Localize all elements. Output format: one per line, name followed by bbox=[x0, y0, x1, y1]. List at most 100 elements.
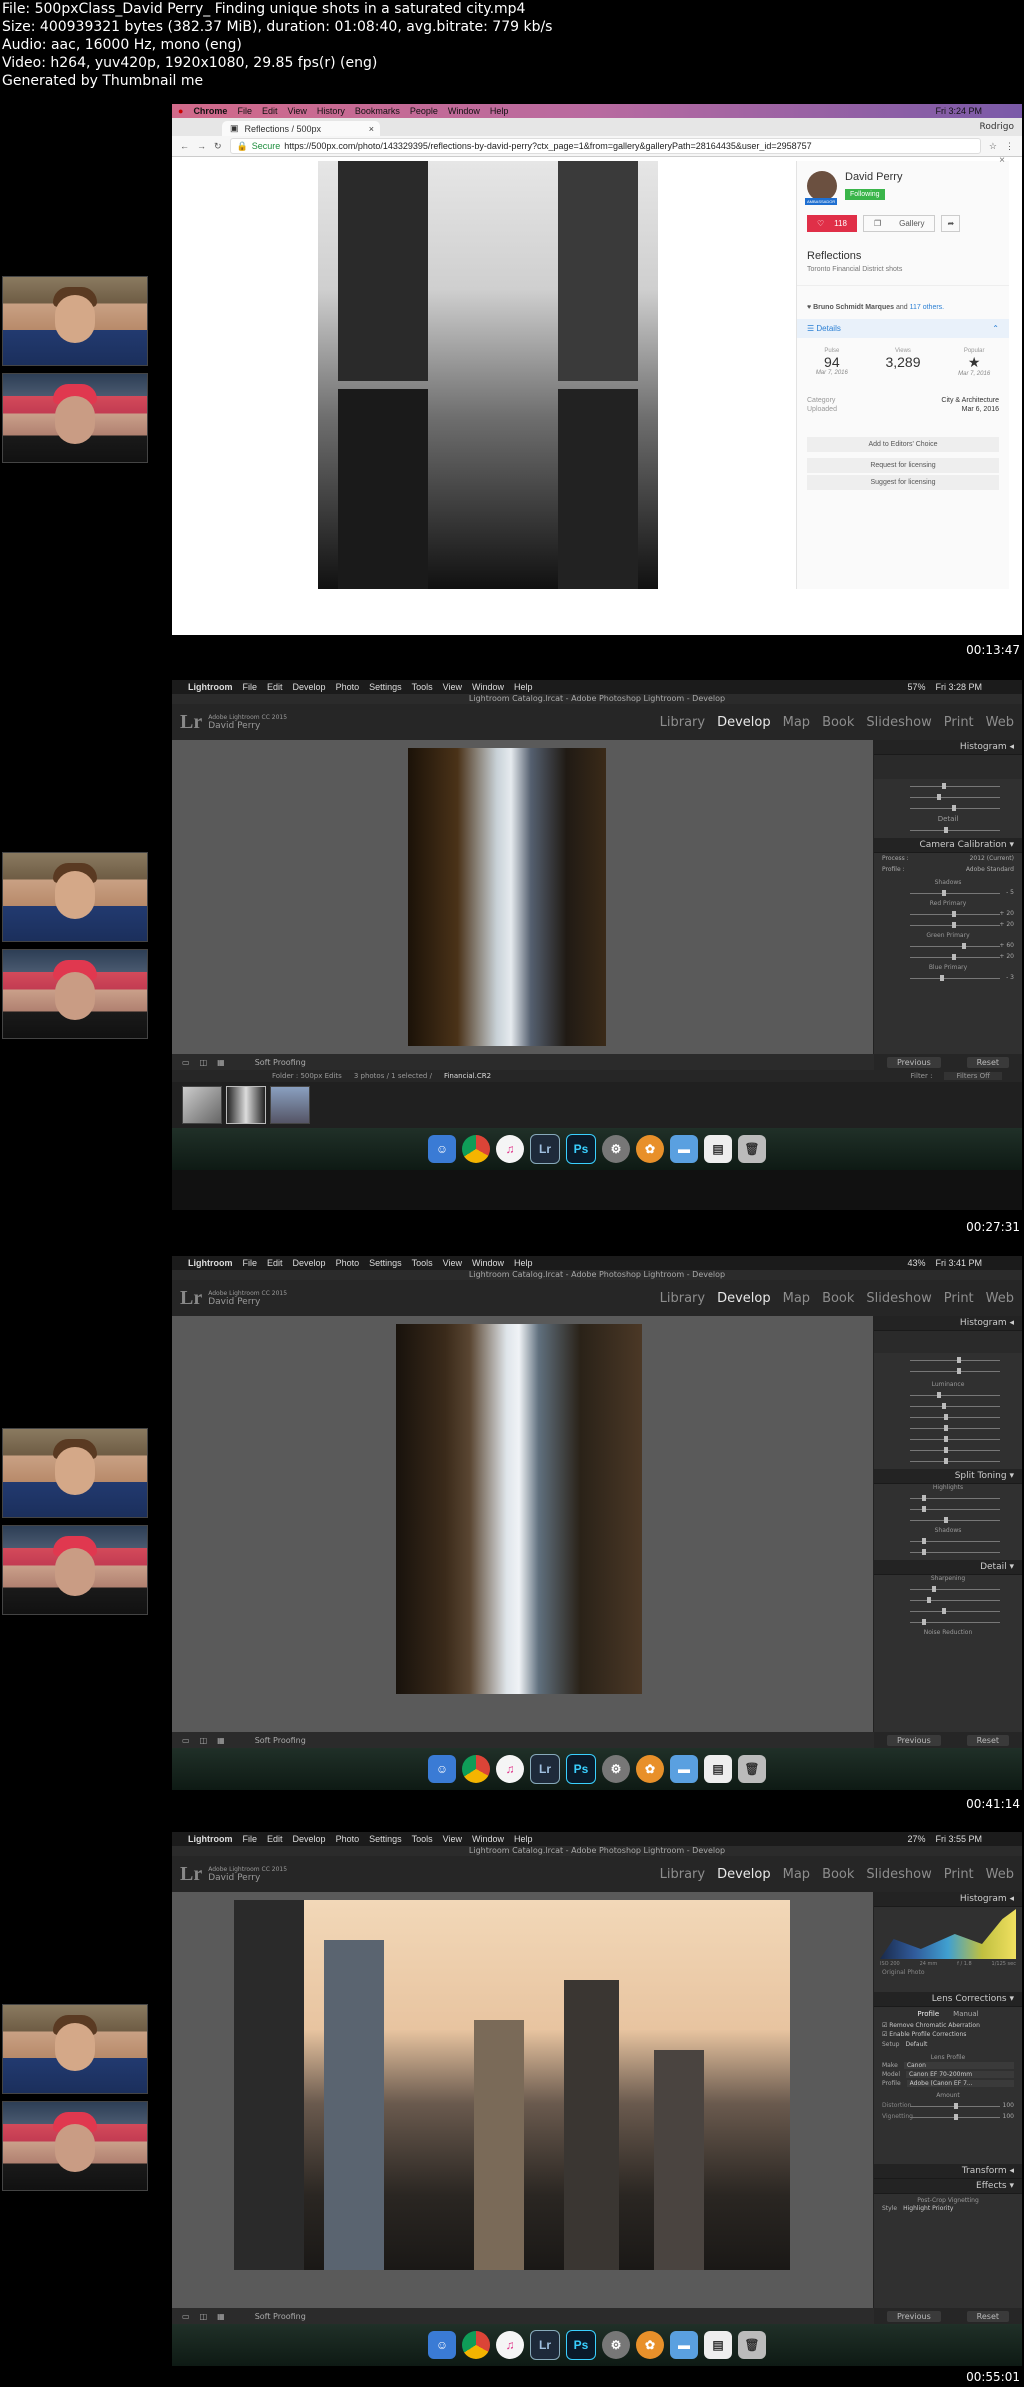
previous-button[interactable]: Previous bbox=[886, 1056, 941, 1068]
module-map[interactable]: Map bbox=[783, 1867, 810, 1882]
remove-ca-checkbox[interactable]: ☑ Remove Chromatic Aberration bbox=[874, 2021, 1022, 2030]
menu-item[interactable]: Lightroom bbox=[188, 682, 233, 692]
module-library[interactable]: Library bbox=[660, 1867, 705, 1882]
photo-canvas[interactable] bbox=[408, 748, 606, 1046]
system-preferences-icon[interactable]: ⚙ bbox=[602, 1135, 630, 1163]
system-preferences-icon[interactable]: ⚙ bbox=[602, 2331, 630, 2359]
panel-effects[interactable]: Effects bbox=[976, 2181, 1007, 2191]
panel-detail[interactable]: Detail bbox=[980, 1562, 1007, 1572]
menu-item[interactable]: Develop bbox=[293, 682, 326, 692]
compare-view-icon[interactable]: ◫ bbox=[200, 1736, 208, 1745]
close-icon[interactable]: × bbox=[999, 155, 1005, 166]
process-value[interactable]: 2012 (Current) bbox=[970, 855, 1014, 862]
itunes-icon[interactable]: ♫ bbox=[496, 1135, 524, 1163]
module-web[interactable]: Web bbox=[986, 1291, 1014, 1306]
photo-canvas[interactable] bbox=[234, 1900, 790, 2270]
menu-item[interactable]: Lightroom bbox=[188, 1258, 233, 1268]
reload-icon[interactable]: ↻ bbox=[214, 141, 222, 152]
menu-item[interactable]: Help bbox=[514, 1834, 533, 1844]
reset-button[interactable]: Reset bbox=[966, 2310, 1010, 2322]
panel-histogram[interactable]: Histogram bbox=[960, 1318, 1007, 1328]
author-name[interactable]: David Perry bbox=[845, 171, 902, 183]
menu-item[interactable]: Help bbox=[514, 1258, 533, 1268]
soft-proofing-checkbox[interactable]: Soft Proofing bbox=[255, 2312, 306, 2321]
module-print[interactable]: Print bbox=[944, 1867, 974, 1882]
reset-button[interactable]: Reset bbox=[966, 1056, 1010, 1068]
menu-item[interactable]: Help bbox=[490, 106, 509, 116]
menu-icon[interactable]: ⋮ bbox=[1005, 141, 1014, 152]
photoshop-icon[interactable]: Ps bbox=[566, 1134, 596, 1164]
soft-proofing-checkbox[interactable]: Soft Proofing bbox=[255, 1736, 306, 1745]
module-book[interactable]: Book bbox=[822, 715, 854, 730]
model-dropdown[interactable]: Canon EF 70-200mm bbox=[906, 2071, 1014, 2078]
module-map[interactable]: Map bbox=[783, 715, 810, 730]
menu-item[interactable]: Lightroom bbox=[188, 1834, 233, 1844]
following-button[interactable]: Following bbox=[845, 189, 885, 200]
menu-item[interactable]: Settings bbox=[369, 682, 402, 692]
menu-item[interactable]: Window bbox=[472, 1834, 504, 1844]
menu-item[interactable]: File bbox=[243, 1834, 258, 1844]
loupe-view-icon[interactable]: ▭ bbox=[182, 2312, 190, 2321]
menu-item[interactable]: Edit bbox=[267, 1834, 283, 1844]
previous-button[interactable]: Previous bbox=[886, 2310, 941, 2322]
app-icon[interactable]: ✿ bbox=[636, 1755, 664, 1783]
suggest-licensing-button[interactable]: Suggest for licensing bbox=[807, 475, 999, 490]
itunes-icon[interactable]: ♫ bbox=[496, 1755, 524, 1783]
browser-tab[interactable]: ▣ Reflections / 500px × bbox=[222, 121, 380, 136]
menu-item[interactable]: Develop bbox=[293, 1258, 326, 1268]
menu-item[interactable]: Tools bbox=[412, 1258, 433, 1268]
setup-dropdown[interactable]: Default bbox=[905, 2041, 927, 2048]
finder-icon[interactable]: ☺ bbox=[428, 1755, 456, 1783]
trash-icon[interactable]: 🗑 bbox=[738, 1135, 766, 1163]
menu-item[interactable]: Help bbox=[514, 682, 533, 692]
folder-icon[interactable]: ▬ bbox=[670, 2331, 698, 2359]
url-input[interactable]: 🔒 Secure https://500px.com/photo/1433293… bbox=[229, 138, 981, 154]
trash-icon[interactable]: 🗑 bbox=[738, 2331, 766, 2359]
like-button[interactable]: ♡ 118 bbox=[807, 215, 857, 232]
menu-item[interactable]: Tools bbox=[412, 682, 433, 692]
menu-item[interactable]: Bookmarks bbox=[355, 106, 400, 116]
panel-histogram[interactable]: Histogram bbox=[960, 1894, 1007, 1904]
menu-item[interactable]: Edit bbox=[262, 106, 278, 116]
finder-icon[interactable]: ☺ bbox=[428, 1135, 456, 1163]
itunes-icon[interactable]: ♫ bbox=[496, 2331, 524, 2359]
menu-item[interactable]: View bbox=[443, 682, 462, 692]
tab-profile[interactable]: Profile bbox=[917, 2010, 939, 2018]
file-icon[interactable]: ▤ bbox=[704, 2331, 732, 2359]
menu-item[interactable]: Photo bbox=[336, 1258, 360, 1268]
module-slideshow[interactable]: Slideshow bbox=[866, 715, 931, 730]
panel-camera-calibration[interactable]: Camera Calibration bbox=[919, 840, 1006, 850]
add-editors-choice-button[interactable]: Add to Editors' Choice bbox=[807, 437, 999, 452]
reset-button[interactable]: Reset bbox=[966, 1734, 1010, 1746]
menu-item[interactable]: File bbox=[237, 106, 252, 116]
file-icon[interactable]: ▤ bbox=[704, 1755, 732, 1783]
module-print[interactable]: Print bbox=[944, 715, 974, 730]
original-photo-checkbox[interactable]: Original Photo bbox=[874, 1967, 1022, 1978]
enable-profile-checkbox[interactable]: ☑ Enable Profile Corrections bbox=[874, 2030, 1022, 2039]
liked-others-link[interactable]: 117 others. bbox=[910, 304, 945, 311]
request-licensing-button[interactable]: Request for licensing bbox=[807, 458, 999, 473]
back-icon[interactable]: ← bbox=[180, 141, 189, 151]
trash-icon[interactable]: 🗑 bbox=[738, 1755, 766, 1783]
compare-view-icon[interactable]: ◫ bbox=[200, 1058, 208, 1067]
menu-item[interactable]: Photo bbox=[336, 1834, 360, 1844]
menu-item[interactable]: Photo bbox=[336, 682, 360, 692]
survey-view-icon[interactable]: ▦ bbox=[217, 1736, 225, 1745]
module-book[interactable]: Book bbox=[822, 1291, 854, 1306]
menu-item[interactable]: Window bbox=[472, 682, 504, 692]
tab-manual[interactable]: Manual bbox=[953, 2010, 978, 2018]
menu-item[interactable]: Develop bbox=[293, 1834, 326, 1844]
menu-item[interactable]: View bbox=[443, 1258, 462, 1268]
menu-item[interactable]: File bbox=[243, 1258, 258, 1268]
share-icon[interactable]: ➦ bbox=[941, 215, 961, 232]
menu-item[interactable]: File bbox=[243, 682, 258, 692]
panel-histogram[interactable]: Histogram bbox=[960, 742, 1007, 752]
menu-item[interactable]: Settings bbox=[369, 1258, 402, 1268]
lightroom-icon[interactable]: Lr bbox=[530, 2330, 560, 2360]
module-map[interactable]: Map bbox=[783, 1291, 810, 1306]
profile-dropdown[interactable]: Adobe (Canon EF 7... bbox=[906, 2080, 1014, 2087]
module-print[interactable]: Print bbox=[944, 1291, 974, 1306]
previous-button[interactable]: Previous bbox=[886, 1734, 941, 1746]
close-icon[interactable]: × bbox=[369, 124, 374, 134]
thumbnail-selected[interactable] bbox=[226, 1086, 266, 1124]
